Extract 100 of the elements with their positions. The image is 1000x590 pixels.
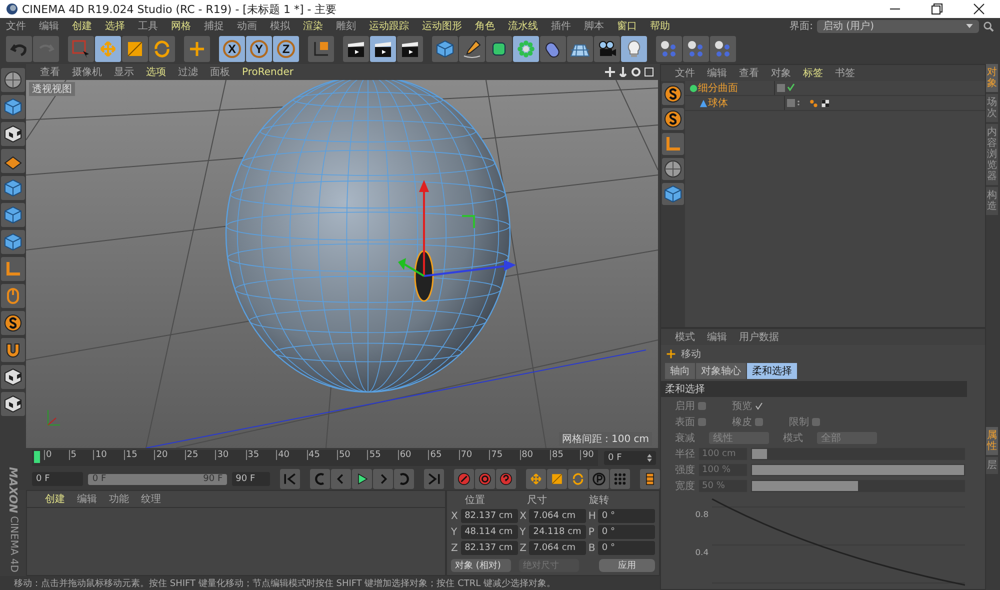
palette-button[interactable] [662, 108, 684, 130]
coordinate-mode-dropdown[interactable]: 对象 (相对) [451, 559, 511, 572]
menu-item[interactable]: 捕捉 [204, 19, 224, 33]
axis-lock-button[interactable]: Z [273, 36, 299, 62]
menu-item[interactable]: 网格 [171, 19, 191, 33]
go-to-start-button[interactable] [280, 469, 300, 489]
checkbox[interactable] [812, 418, 820, 426]
menu-item[interactable]: 标签 [803, 66, 823, 80]
size-field[interactable]: 24.118 cm [529, 525, 586, 539]
menu-item[interactable]: 选项 [146, 65, 166, 79]
mode-button[interactable] [1, 365, 25, 389]
start-frame-field[interactable]: 0 F [32, 472, 84, 486]
mode-button[interactable] [1, 392, 25, 416]
side-tab[interactable]: 层 [986, 457, 998, 474]
menu-item[interactable]: 工具 [138, 19, 158, 33]
menu-item[interactable]: 查看 [40, 65, 60, 79]
menu-item[interactable]: 功能 [109, 492, 129, 506]
mode-button[interactable] [1, 338, 25, 362]
menu-item[interactable]: 创建 [72, 19, 92, 33]
menu-item[interactable]: 创建 [45, 492, 65, 506]
value-field[interactable]: 100 % [699, 464, 747, 476]
checkbox[interactable] [755, 402, 763, 410]
menu-item[interactable]: 面板 [210, 65, 230, 79]
position-field[interactable]: 82.137 cm [460, 541, 518, 555]
menu-item[interactable]: 运动跟踪 [369, 19, 409, 33]
menu-item[interactable]: 选择 [105, 19, 125, 33]
menu-item[interactable]: 流水线 [508, 19, 538, 33]
toolbar-button[interactable] [308, 36, 334, 62]
menu-item[interactable]: 书签 [835, 66, 855, 80]
menu-item[interactable]: 动画 [237, 19, 257, 33]
key-parameter-button[interactable] [589, 469, 610, 489]
falloff-curve-drawing[interactable]: 0.8 0.4 [691, 495, 965, 587]
timeline-ruler[interactable]: 0 5 10 15 20 25 30 35 40 45 50 55 60 65 70 75 80 85 90 [32, 450, 598, 466]
menu-item[interactable]: 显示 [114, 65, 134, 79]
toolbar-button[interactable] [459, 36, 485, 62]
checkbox[interactable] [698, 402, 706, 410]
rotation-field[interactable]: 0 ° [598, 509, 656, 523]
mode-button[interactable] [1, 149, 25, 173]
toolbar-button[interactable] [397, 36, 423, 62]
layout-dropdown[interactable]: 启动 (用户) [817, 20, 979, 32]
auto-key-button[interactable] [475, 469, 496, 489]
key-rotation-button[interactable] [568, 469, 588, 489]
apply-button[interactable]: 应用 [599, 559, 655, 572]
menu-item[interactable]: 模式 [675, 330, 695, 344]
menu-item[interactable]: 纹理 [141, 492, 161, 506]
menu-item[interactable]: 摄像机 [72, 65, 102, 79]
axis-lock-button[interactable]: Y [246, 36, 272, 62]
close-icon[interactable] [972, 2, 986, 16]
object-row[interactable]: 细分曲面 [685, 81, 985, 96]
maximize-view-icon[interactable] [644, 67, 654, 77]
rotate-view-icon[interactable] [631, 67, 641, 77]
menu-item[interactable]: 编辑 [77, 492, 97, 506]
side-tab[interactable]: 场次 [986, 94, 998, 122]
object-row[interactable]: 球体 [685, 96, 985, 111]
toolbar-button[interactable] [370, 36, 396, 62]
menu-item[interactable]: 窗口 [617, 19, 637, 33]
toolbar-button[interactable] [594, 36, 620, 62]
menu-item[interactable]: 模拟 [270, 19, 290, 33]
key-position-button[interactable] [526, 469, 546, 489]
search-icon[interactable] [983, 20, 994, 32]
palette-button[interactable] [662, 158, 684, 180]
menu-item[interactable]: 文件 [675, 66, 695, 80]
menu-item[interactable]: 编辑 [39, 19, 59, 33]
menu-item[interactable]: 运动图形 [422, 19, 462, 33]
menu-item[interactable]: 脚本 [584, 19, 604, 33]
move-view-icon[interactable] [605, 67, 615, 77]
visibility-dots-icon[interactable] [797, 99, 800, 107]
side-tab[interactable]: 构造 [986, 187, 998, 215]
attribute-tab[interactable]: 轴向 [665, 363, 695, 379]
menu-item[interactable]: 查看 [739, 66, 759, 80]
menu-item[interactable]: 编辑 [707, 330, 727, 344]
position-field[interactable]: 48.114 cm [460, 525, 518, 539]
menu-item[interactable]: 帮助 [650, 19, 670, 33]
record-button[interactable] [454, 469, 474, 489]
spinner-arrows-icon[interactable] [647, 454, 652, 462]
next-key-button[interactable] [394, 469, 414, 489]
menu-item[interactable]: ProRender [242, 66, 294, 78]
key-help-button[interactable] [496, 469, 516, 489]
current-frame-field[interactable]: 0 F [604, 451, 656, 465]
value-field[interactable]: 100 cm [699, 448, 747, 460]
timeline-button[interactable] [640, 469, 660, 489]
key-scale-button[interactable] [547, 469, 568, 489]
rotation-field[interactable]: 0 ° [598, 541, 656, 555]
playhead-marker[interactable] [34, 451, 40, 463]
menu-item[interactable]: 用户数据 [739, 330, 779, 344]
slider-fill[interactable] [752, 449, 767, 459]
mode-button[interactable] [1, 311, 25, 335]
slider-track[interactable] [751, 480, 965, 492]
go-to-end-button[interactable] [424, 469, 444, 489]
mode-button[interactable] [1, 122, 25, 146]
slider-track[interactable] [751, 448, 965, 460]
end-frame-field[interactable]: 90 F [232, 472, 270, 486]
size-field[interactable]: 7.064 cm [529, 541, 586, 555]
menu-item[interactable]: 雕刻 [336, 19, 356, 33]
rotation-field[interactable]: 0 ° [598, 525, 656, 539]
menu-item[interactable]: 插件 [551, 19, 571, 33]
menu-item[interactable]: 编辑 [707, 66, 727, 80]
size-field[interactable]: 7.064 cm [529, 509, 586, 523]
side-tab[interactable]: 对象 [986, 64, 998, 92]
key-points-button[interactable] [610, 469, 630, 489]
